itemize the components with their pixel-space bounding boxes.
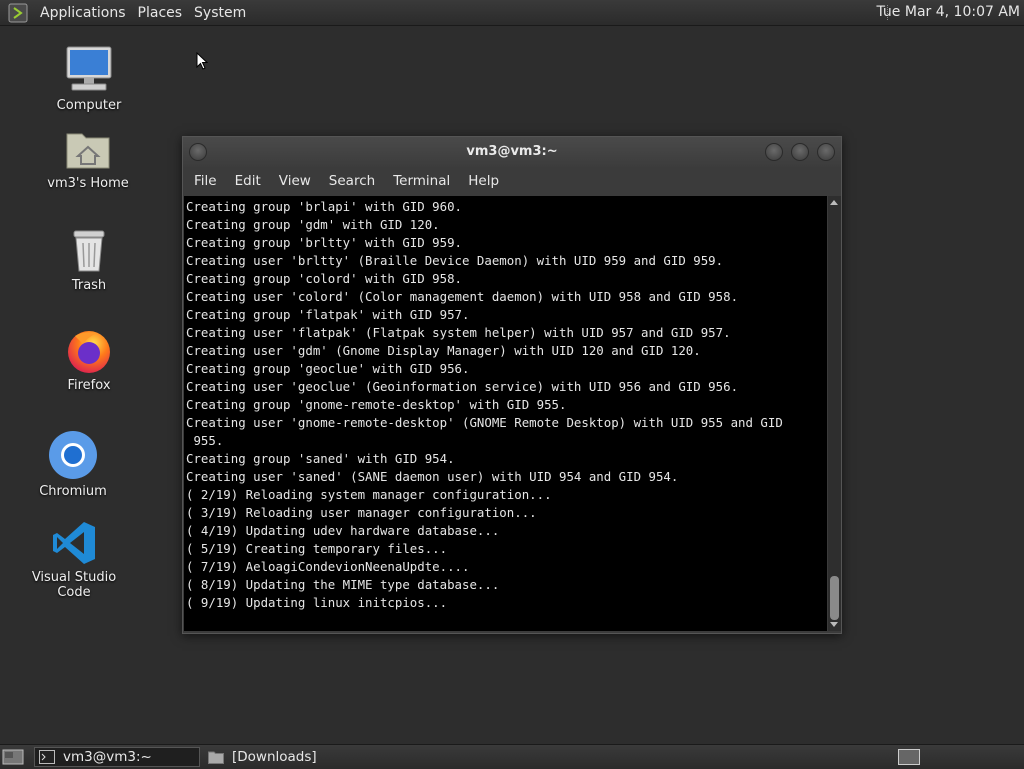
terminal-line: Creating user 'geoclue' (Geoinformation … — [186, 379, 739, 394]
terminal-line: ( 8/19) Updating the MIME type database.… — [186, 577, 500, 592]
terminal-line: Creating group 'flatpak' with GID 957. — [186, 307, 470, 322]
window-title: vm3@vm3:~ — [466, 144, 558, 159]
firefox-icon — [68, 331, 110, 373]
menu-file[interactable]: File — [185, 173, 226, 189]
menu-view[interactable]: View — [270, 173, 320, 189]
trash-icon — [73, 230, 105, 272]
vscode-icon — [53, 522, 95, 564]
desktop-icon-firefox[interactable]: Firefox — [48, 326, 130, 393]
taskbar-item-terminal[interactable]: vm3@vm3:~ — [34, 747, 200, 767]
maximize-button[interactable] — [791, 143, 809, 161]
terminal-line: Creating group 'colord' with GID 958. — [186, 271, 463, 286]
desktop-icon-home[interactable]: vm3's Home — [40, 128, 136, 191]
terminal-line: Creating user 'colord' (Color management… — [186, 289, 739, 304]
close-button[interactable] — [817, 143, 835, 161]
show-desktop-icon[interactable] — [2, 748, 24, 766]
terminal-menubar: File Edit View Search Terminal Help — [183, 167, 841, 195]
window-menu-button[interactable] — [189, 143, 207, 161]
terminal-scrollbar[interactable] — [828, 196, 841, 631]
menu-logo-icon[interactable] — [8, 3, 28, 23]
terminal-line: ( 7/19) AeloagiCondevionNeenaUpdte.... — [186, 559, 470, 574]
terminal-line: Creating group 'brltty' with GID 959. — [186, 235, 463, 250]
top-panel: Applications Places System Tue Mar 4, 10… — [0, 0, 1024, 26]
terminal-icon — [39, 750, 55, 764]
desktop-icon-vscode[interactable]: Visual Studio Code — [14, 520, 134, 600]
terminal-line: ( 5/19) Creating temporary files... — [186, 541, 448, 556]
scroll-down-arrow-icon[interactable] — [830, 622, 838, 627]
terminal-output[interactable]: Creating group 'brlapi' with GID 960. Cre… — [184, 196, 827, 631]
terminal-line: Creating user 'gnome-remote-desktop' (GN… — [186, 415, 783, 430]
terminal-line: ( 9/19) Updating linux initcpios... — [186, 595, 448, 610]
terminal-line: Creating group 'brlapi' with GID 960. — [186, 199, 463, 214]
desktop-icon-label: Computer — [56, 98, 122, 113]
desktop-icon-chromium[interactable]: Chromium — [32, 430, 114, 499]
terminal-line: ( 2/19) Reloading system manager configu… — [186, 487, 552, 502]
taskbar-item-label: [Downloads] — [232, 749, 317, 765]
scroll-thumb[interactable] — [830, 576, 839, 620]
minimize-button[interactable] — [765, 143, 783, 161]
desktop-icon-trash[interactable]: Trash — [48, 228, 130, 293]
system-menu[interactable]: System — [188, 5, 252, 21]
mouse-cursor-icon — [196, 52, 208, 70]
terminal-line: Creating group 'saned' with GID 954. — [186, 451, 455, 466]
terminal-line: 955. — [186, 433, 224, 448]
desktop-icon-computer[interactable]: Computer — [46, 44, 132, 113]
applications-menu[interactable]: Applications — [34, 5, 132, 21]
home-folder-icon — [66, 133, 110, 169]
terminal-line: Creating user 'brltty' (Braille Device D… — [186, 253, 724, 268]
terminal-line: Creating user 'gdm' (Gnome Display Manag… — [186, 343, 701, 358]
terminal-window[interactable]: vm3@vm3:~ File Edit View Search Terminal… — [182, 136, 842, 634]
taskbar-item-label: vm3@vm3:~ — [63, 749, 152, 765]
terminal-line: Creating user 'saned' (SANE daemon user)… — [186, 469, 679, 484]
terminal-lines: Creating group 'brlapi' with GID 960. Cre… — [184, 196, 827, 612]
folder-icon — [208, 751, 224, 764]
terminal-line: ( 4/19) Updating udev hardware database.… — [186, 523, 500, 538]
terminal-line: Creating group 'geoclue' with GID 956. — [186, 361, 470, 376]
desktop-icon-label: Trash — [71, 278, 107, 293]
workspace-switcher[interactable] — [898, 749, 920, 765]
desktop-icon-label: Firefox — [67, 378, 111, 393]
chromium-icon — [49, 431, 97, 479]
computer-icon — [66, 46, 112, 91]
desktop-icon-label: Visual Studio Code — [31, 570, 117, 600]
scroll-up-arrow-icon[interactable] — [830, 200, 838, 205]
desktop-icon-label: Chromium — [39, 484, 107, 499]
places-menu[interactable]: Places — [132, 5, 189, 21]
menu-terminal[interactable]: Terminal — [384, 173, 459, 189]
menu-search[interactable]: Search — [320, 173, 384, 189]
terminal-line: ( 3/19) Reloading user manager configura… — [186, 505, 537, 520]
clock[interactable]: Tue Mar 4, 10:07 AM — [877, 4, 1021, 20]
window-titlebar[interactable]: vm3@vm3:~ — [183, 137, 841, 167]
menu-edit[interactable]: Edit — [226, 173, 270, 189]
desktop-icon-label: vm3's Home — [47, 176, 129, 191]
terminal-line: Creating group 'gdm' with GID 120. — [186, 217, 440, 232]
bottom-panel: vm3@vm3:~ [Downloads] — [0, 744, 1024, 769]
terminal-line: Creating user 'flatpak' (Flatpak system … — [186, 325, 731, 340]
taskbar-item-downloads[interactable]: [Downloads] — [204, 747, 370, 767]
terminal-line: Creating group 'gnome-remote-desktop' wi… — [186, 397, 567, 412]
menu-help[interactable]: Help — [459, 173, 508, 189]
